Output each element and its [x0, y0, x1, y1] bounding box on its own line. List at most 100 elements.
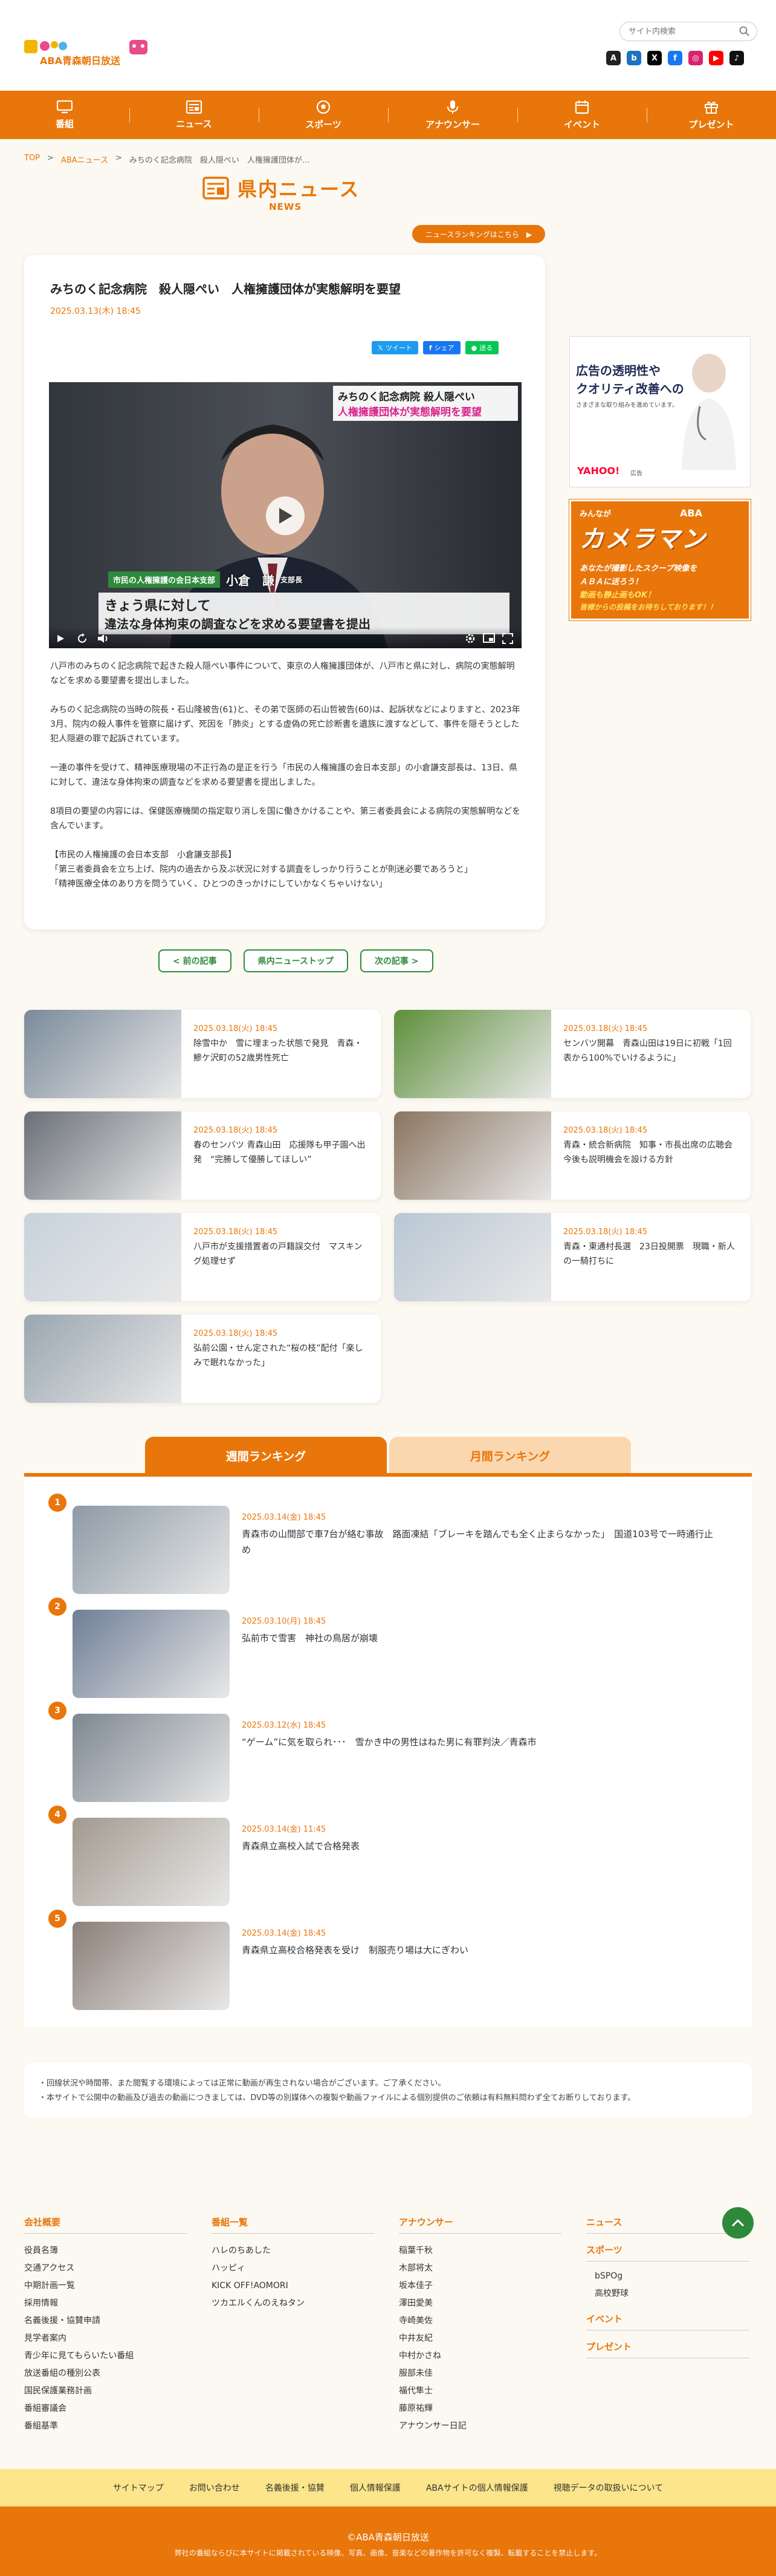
footer-link[interactable]: KICK OFF!AOMORI [212, 2277, 375, 2295]
search-icon[interactable] [739, 25, 751, 37]
footer-bar-link[interactable]: ABAサイトの個人情報保護 [426, 2482, 528, 2494]
footer-bar-link[interactable]: 視聴データの取扱いについて [554, 2482, 664, 2494]
breadcrumb-top[interactable]: TOP [24, 154, 40, 165]
replay-icon[interactable] [77, 633, 88, 644]
tab-monthly-ranking[interactable]: 月間ランキング [389, 1437, 631, 1474]
footer-link[interactable]: 坂本佳子 [399, 2277, 562, 2295]
footer-link[interactable]: ハレのちあした [212, 2242, 375, 2260]
settings-icon[interactable] [465, 633, 476, 644]
b-icon[interactable]: b [627, 51, 641, 65]
news-card[interactable]: 2025.03.18(火) 18:45 除雪中か 雪に埋まった状態で発見 青森・鰺… [24, 1010, 381, 1098]
news-card[interactable]: 2025.03.18(火) 18:45 弘前公園・せん定された“桜の枝”配付「楽し… [24, 1315, 381, 1403]
footer-link[interactable]: 寺崎美佐 [399, 2312, 562, 2330]
ranking-item[interactable]: 2 2025.03.10(月) 18:45 弘前市で雪害 神社の鳥居が崩壊 [48, 1598, 713, 1698]
footer-link[interactable]: 高校野球 [595, 2285, 749, 2303]
news-card[interactable]: 2025.03.18(火) 18:45 八戸市が支援措置者の戸籍誤交付 マスキング… [24, 1213, 381, 1301]
tiktok-icon[interactable]: ♪ [729, 51, 744, 65]
footer-heading[interactable]: 会社概要 [24, 2216, 187, 2234]
share-x-button[interactable]: 𝕏 ツイート [372, 341, 418, 354]
yahoo-ad-banner[interactable]: 広告の透明性や クオリティ改善への さまざまな取り組みを進めています。 YAHO… [569, 336, 751, 487]
news-card[interactable]: 2025.03.18(火) 18:45 春のセンバツ 青森山田 応援隊も甲子園へ出… [24, 1111, 381, 1200]
footer-heading[interactable]: スポーツ [586, 2243, 749, 2262]
footer-heading[interactable]: 番組一覧 [212, 2216, 375, 2234]
nav-programs[interactable]: 番組 [0, 91, 129, 139]
footer-link[interactable]: 名義後援・協賛申請 [24, 2312, 187, 2330]
next-article-button[interactable]: 次の記事 > [360, 949, 433, 972]
ad-headline: 広告の透明性や [576, 363, 661, 378]
footer-link[interactable]: 澤田愛美 [399, 2295, 562, 2312]
news-ranking-link[interactable]: ニュースランキングはこちら ▶ [412, 225, 545, 243]
prev-article-button[interactable]: < 前の記事 [158, 949, 231, 972]
play-icon [279, 508, 293, 524]
news-top-button[interactable]: 県内ニューストップ [243, 949, 348, 972]
share-line-button[interactable]: ● 送る [465, 341, 499, 354]
instagram-icon[interactable]: ◎ [688, 51, 703, 65]
nav-news[interactable]: ニュース [129, 91, 259, 139]
footer-link[interactable]: 木部将太 [399, 2260, 562, 2277]
share-facebook-button[interactable]: f シェア [422, 341, 461, 354]
footer-link[interactable]: 放送番組の種別公表 [24, 2365, 187, 2382]
nav-label: イベント [563, 119, 600, 130]
tab-weekly-ranking[interactable]: 週間ランキング [145, 1437, 387, 1474]
footer-link[interactable]: ハッピィ [212, 2260, 375, 2277]
footer-bar-link[interactable]: 個人情報保護 [350, 2482, 401, 2494]
footer-link[interactable]: 青少年に見てもらいたい番組 [24, 2347, 187, 2365]
play-icon[interactable] [56, 634, 65, 643]
footer-link[interactable]: 稲葉千秋 [399, 2242, 562, 2260]
calendar-icon [575, 100, 589, 114]
footer-link[interactable]: 中期計画一覧 [24, 2277, 187, 2295]
nav-sports[interactable]: スポーツ [259, 91, 388, 139]
footer-link[interactable]: 藤原祐輝 [399, 2400, 562, 2418]
footer-link[interactable]: 中井友紀 [399, 2330, 562, 2347]
section-heading: 県内ニュース NEWS [202, 174, 378, 216]
footer-link[interactable]: 交通アクセス [24, 2260, 187, 2277]
ranking-item[interactable]: 1 2025.03.14(金) 18:45 青森市の山間部で車7台が絡む事故 路面凍… [48, 1494, 713, 1594]
nav-present[interactable]: プレゼント [647, 91, 776, 139]
back-to-top-button[interactable] [722, 2207, 754, 2239]
footer-link[interactable]: 国民保護業務計画 [24, 2382, 187, 2400]
footer-link[interactable]: 見学者案内 [24, 2330, 187, 2347]
video-player[interactable]: みちのく記念病院 殺人隠ぺい 人権擁護団体が実態解明を要望 市民の人権擁護の会日… [49, 382, 522, 648]
footer-link[interactable]: bSPOg [595, 2268, 749, 2285]
ranking-item[interactable]: 3 2025.03.12(水) 18:45 “ゲーム”に気を取られ･･･ 雪かき中の… [48, 1702, 713, 1802]
footer-bar-link[interactable]: 名義後援・協賛 [265, 2482, 325, 2494]
footer-link[interactable]: 役員名簿 [24, 2242, 187, 2260]
footer-link[interactable]: 番組基準 [24, 2418, 187, 2435]
fullscreen-icon[interactable] [502, 633, 513, 644]
footer-link[interactable]: ツカエルくんのえねタン [212, 2295, 375, 2312]
search-input[interactable] [619, 22, 757, 41]
youtube-icon[interactable]: ▶ [709, 51, 723, 65]
footer-link[interactable]: 採用情報 [24, 2295, 187, 2312]
footer-heading[interactable]: プレゼント [586, 2340, 749, 2358]
breadcrumb-news[interactable]: ABAニュース [61, 154, 108, 165]
news-title: 青森・東通村長選 23日投開票 現職・新人の一騎打ちに [563, 1242, 735, 1266]
breadcrumb-separator: > [47, 154, 54, 163]
nav-announcers[interactable]: アナウンサー [388, 91, 517, 139]
rank-badge: 3 [48, 1702, 66, 1720]
footer-link[interactable]: 番組審議会 [24, 2400, 187, 2418]
footer-bar-link[interactable]: サイトマップ [113, 2482, 164, 2494]
footer-heading[interactable]: イベント [586, 2312, 749, 2330]
volume-icon[interactable] [97, 633, 109, 644]
footer-bar-link[interactable]: お問い合わせ [189, 2482, 240, 2494]
pip-icon[interactable] [483, 633, 495, 643]
nav-events[interactable]: イベント [517, 91, 647, 139]
camera-ad-banner[interactable]: みんなが ABA カメラマン あなたが撮影したスクープ映像を ＡＢＡに送ろう！ … [569, 499, 751, 621]
article-paragraph: 8項目の要望の内容には、保健医療機関の指定取り消しを国に働きかけることや、第三者… [50, 807, 521, 831]
footer-link[interactable]: アナウンサー日記 [399, 2418, 562, 2435]
footer-link[interactable]: 服部未佳 [399, 2365, 562, 2382]
ranking-item[interactable]: 5 2025.03.14(金) 18:45 青森県立高校合格発表を受け 制服売り場は… [48, 1910, 713, 2010]
aba-icon[interactable]: A [606, 51, 621, 65]
aba-logo[interactable]: ABA青森朝日放送 [24, 37, 151, 68]
footer-link[interactable]: 福代隼士 [399, 2382, 562, 2400]
play-button[interactable] [266, 496, 305, 535]
footer-heading[interactable]: アナウンサー [399, 2216, 562, 2234]
news-card[interactable]: 2025.03.18(火) 18:45 センバツ開幕 青森山田は19日に初戦「1回… [394, 1010, 751, 1098]
footer-link[interactable]: 中村かさね [399, 2347, 562, 2365]
news-card[interactable]: 2025.03.18(火) 18:45 青森・統合新病院 知事・市長出席の広聴会 … [394, 1111, 751, 1200]
news-card[interactable]: 2025.03.18(火) 18:45 青森・東通村長選 23日投開票 現職・新人… [394, 1213, 751, 1301]
x-icon[interactable]: X [647, 51, 662, 65]
ranking-item[interactable]: 4 2025.03.14(金) 11:45 青森県立高校入試で合格発表 [48, 1806, 713, 1906]
footer-company-list: 役員名簿 交通アクセス 中期計画一覧 採用情報 名義後援・協賛申請 見学者案内 青少年に見て… [24, 2242, 187, 2435]
facebook-icon[interactable]: f [668, 51, 682, 65]
